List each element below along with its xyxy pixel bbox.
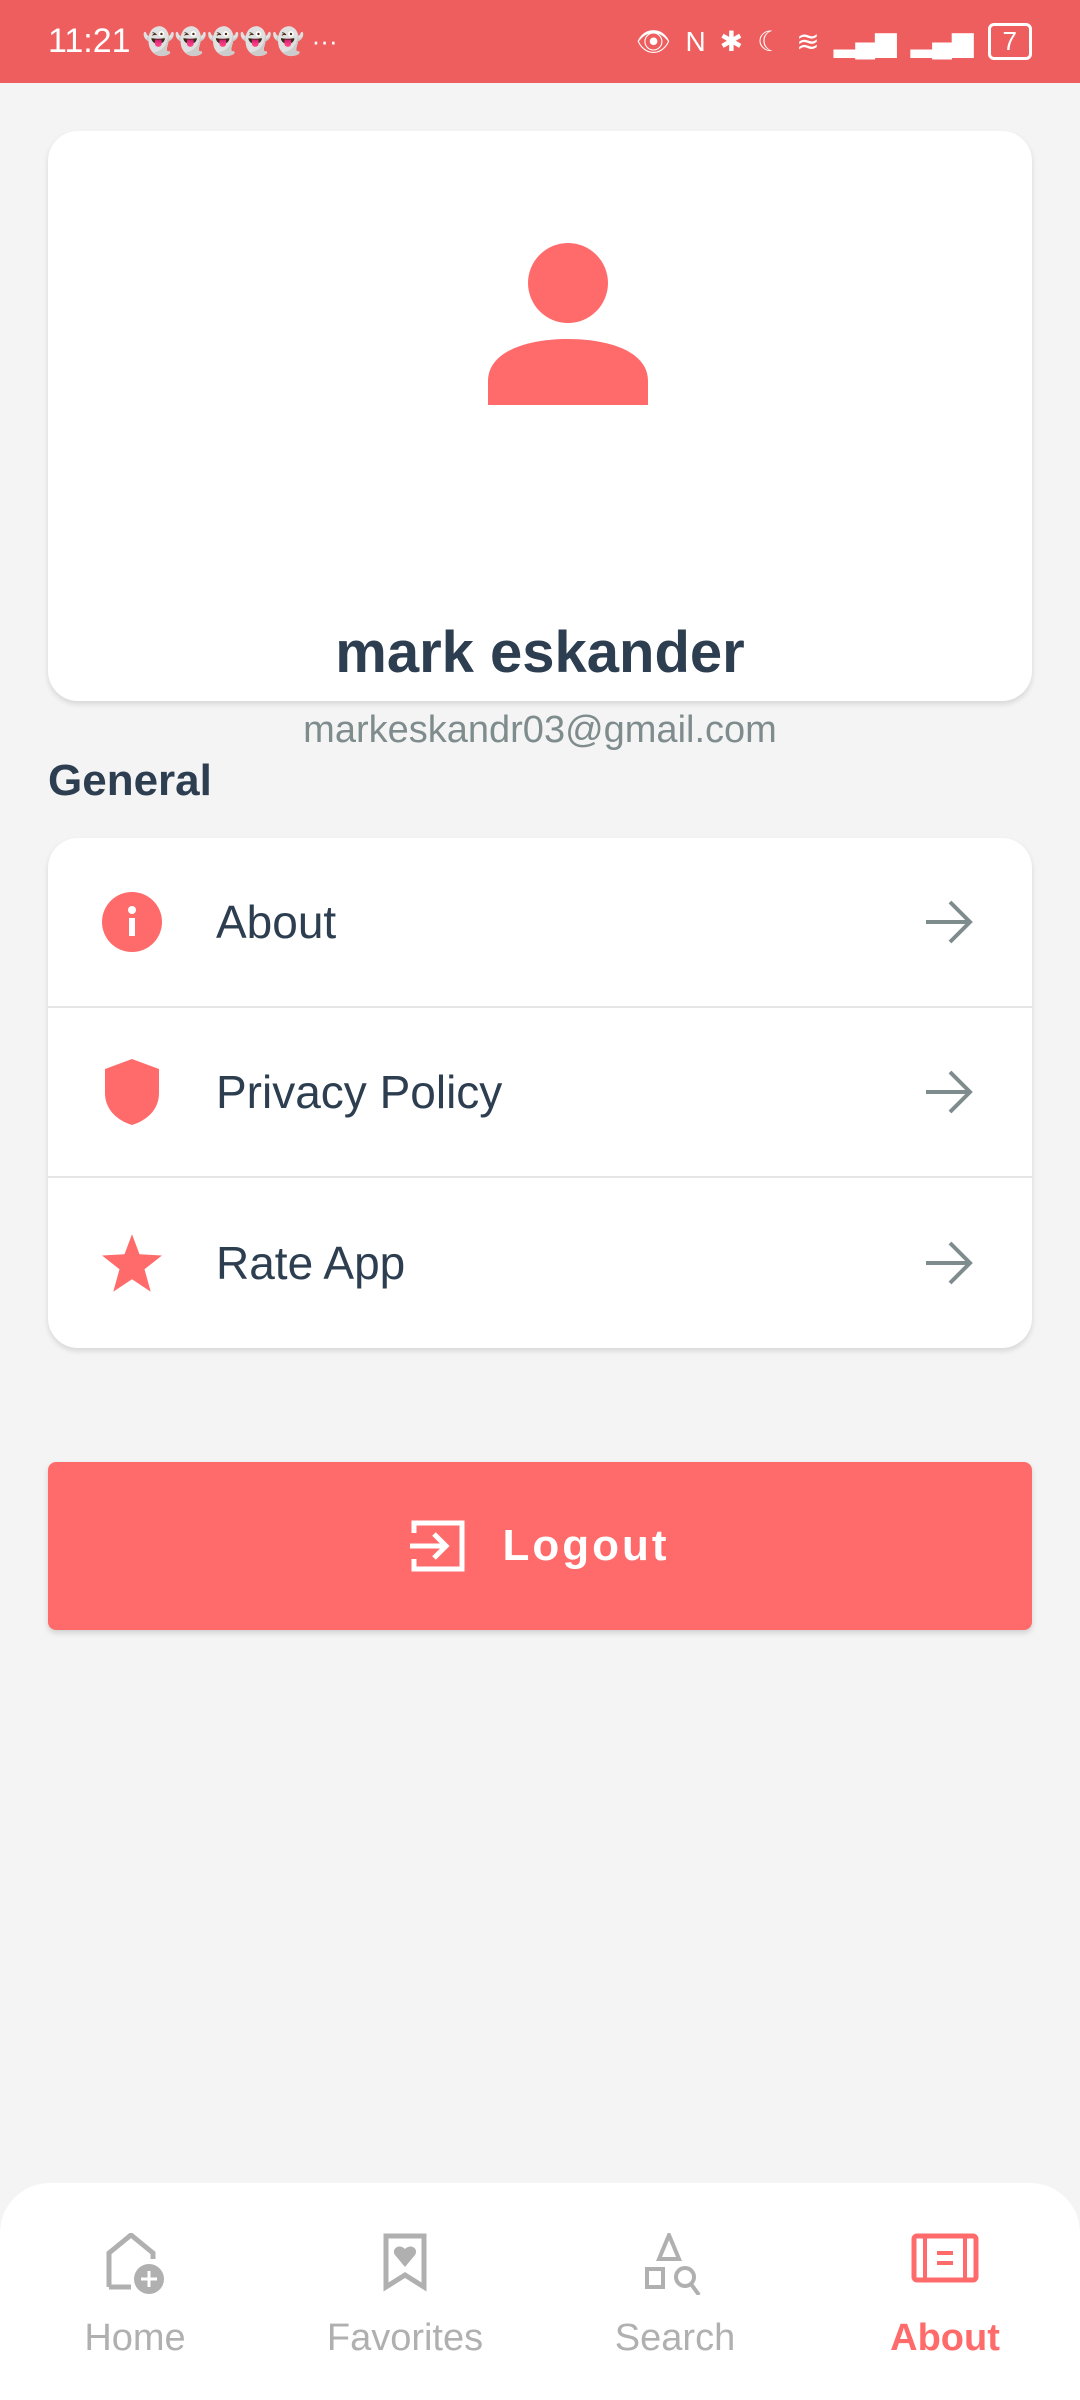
clock: 11:21 [48, 22, 131, 60]
moon-icon: ☾ [757, 26, 783, 57]
tab-label: Favorites [326, 2317, 484, 2359]
star-icon [100, 1231, 164, 1295]
list-item-label: Rate App [216, 1237, 406, 1289]
arrow-right-icon [926, 1070, 973, 1114]
tab-label: Home [84, 2317, 186, 2359]
profile-name: mark eskander [335, 620, 745, 685]
logout-icon [410, 1520, 465, 1572]
shield-icon [100, 1059, 164, 1125]
bluetooth-icon: ✱ [719, 26, 744, 57]
tab-search[interactable]: Search [540, 2183, 810, 2400]
tab-favorites[interactable]: Favorites [270, 2183, 540, 2400]
wifi-icon: ≋ [796, 26, 820, 57]
status-bar: 11:21 👻👻👻👻👻 ··· 👁 N ✱ ☾ ≋ ▂▄▆ ▂▄▆ 7 [0, 0, 1080, 83]
logout-label: Logout [502, 1521, 670, 1570]
list-item-rate-app[interactable]: Rate App [48, 1178, 1032, 1348]
list-item-about[interactable]: About [48, 838, 1032, 1008]
arrow-right-icon [926, 900, 973, 944]
avatar-icon [488, 243, 648, 405]
tab-home[interactable]: Home [0, 2183, 270, 2400]
notification-icons: 👻👻👻👻👻 ··· [142, 26, 338, 56]
arrow-right-icon [926, 1241, 973, 1285]
info-icon [100, 890, 164, 954]
battery-icon: 7 [987, 23, 1032, 60]
logout-button[interactable]: Logout [48, 1462, 1032, 1630]
system-icons: 👁 N ✱ ☾ ≋ ▂▄▆ ▂▄▆ 7 [636, 23, 1032, 60]
bottom-nav: Home Favorites Search About [0, 2183, 1080, 2400]
list-item-label: Privacy Policy [216, 1066, 503, 1118]
nfc-icon: N [685, 25, 706, 57]
news-icon [911, 2233, 979, 2283]
signal-icon: ▂▄▆ [910, 26, 974, 57]
list-item-label: About [216, 896, 337, 948]
eye-icon: 👁 [635, 26, 672, 57]
signal-icon: ▂▄▆ [833, 26, 897, 57]
list-item-privacy-policy[interactable]: Privacy Policy [48, 1008, 1032, 1178]
profile-email: markeskandr03@gmail.com [303, 709, 777, 751]
general-list: About Privacy Policy Rate App [48, 838, 1032, 1348]
home-add-icon [106, 2233, 164, 2294]
tab-label: Search [614, 2317, 736, 2359]
profile-card: mark eskander markeskandr03@gmail.com [48, 131, 1032, 751]
bookmark-heart-icon [383, 2233, 427, 2292]
section-title: General [48, 756, 212, 805]
tab-label: About [890, 2317, 1000, 2359]
shapes-search-icon [645, 2233, 701, 2295]
tab-about[interactable]: About [810, 2183, 1080, 2400]
